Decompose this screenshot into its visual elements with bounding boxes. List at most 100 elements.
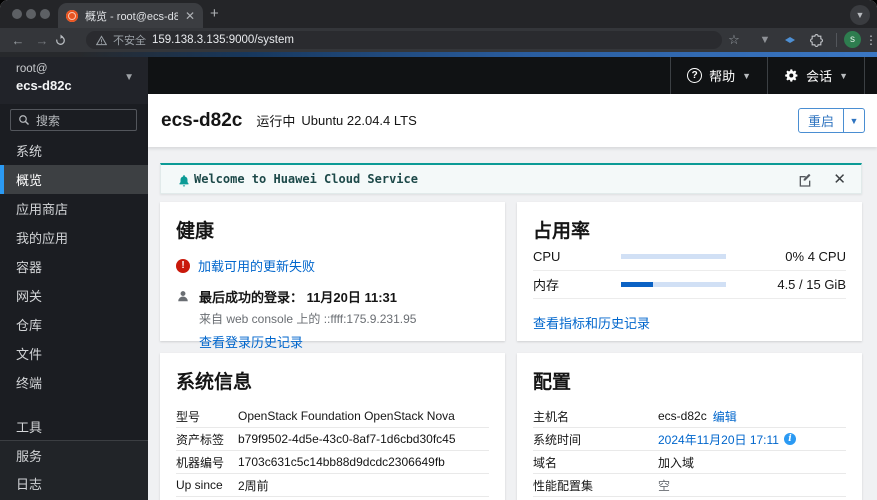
window-minimize-button[interactable] bbox=[26, 9, 36, 19]
system-time-label: 系统时间 bbox=[533, 432, 582, 447]
help-menu[interactable]: ? 帮助 ▼ bbox=[671, 57, 767, 94]
machine-id-label: 机器编号 bbox=[176, 455, 225, 470]
reboot-dropdown-toggle[interactable]: ▼ bbox=[844, 108, 865, 133]
new-tab-button[interactable]: + bbox=[210, 5, 219, 22]
cpu-progress-bar bbox=[621, 254, 726, 259]
updates-error-link[interactable]: 加载可用的更新失败 bbox=[198, 256, 315, 275]
session-menu[interactable]: 会话 ▼ bbox=[768, 57, 864, 94]
cpu-usage-row: CPU 0% 4 CPU bbox=[533, 243, 846, 271]
system-time-link[interactable]: 2024年11月20日 17:11 bbox=[658, 431, 779, 448]
host-switcher[interactable]: root@ ecs-d82c ▼ bbox=[0, 57, 148, 104]
sidebar-item-system[interactable]: 系统 bbox=[0, 136, 148, 165]
profile-avatar[interactable]: s bbox=[844, 31, 861, 48]
machine-id-value: 1703c631c5c14bb88d9dcdc2306649fb bbox=[238, 455, 445, 469]
table-row: Up since 2周前 bbox=[176, 474, 489, 497]
host-switcher-user: root@ bbox=[16, 63, 48, 75]
back-icon[interactable]: ← bbox=[6, 33, 30, 48]
cpu-label: CPU bbox=[533, 249, 561, 264]
host-os: Ubuntu 22.04.4 LTS bbox=[301, 113, 417, 128]
info-icon[interactable]: i bbox=[783, 433, 796, 445]
config-card: 配置 主机名 ecs-d82c 编辑 系统时间 2024年11月20日 17:1… bbox=[517, 353, 862, 500]
tab-title: 概览 - root@ecs-d82c bbox=[85, 10, 178, 23]
up-since-value: 2周前 bbox=[238, 478, 269, 493]
extension-v-icon[interactable]: ▼ bbox=[757, 28, 773, 52]
error-icon: ! bbox=[176, 258, 190, 273]
window-zoom-button[interactable] bbox=[40, 9, 50, 19]
usage-card-title: 占用率 bbox=[533, 221, 591, 242]
tab-strip: 概览 - root@ecs-d82c ✕ + ▼ bbox=[0, 0, 877, 28]
extension-blue-icon[interactable] bbox=[782, 28, 798, 52]
extensions-puzzle-icon[interactable] bbox=[808, 28, 824, 52]
page-header: ecs-d82c 运行中 Ubuntu 22.04.4 LTS 重启 ▼ bbox=[148, 94, 877, 147]
help-icon: ? bbox=[687, 68, 703, 83]
session-label: 会话 bbox=[806, 69, 833, 84]
browser-window: 概览 - root@ecs-d82c ✕ + ▼ ← → 不安全 159.138… bbox=[0, 0, 877, 500]
browser-menu-icon[interactable]: ⋮ bbox=[865, 28, 877, 52]
sidebar-item-overview[interactable]: 概览 bbox=[0, 165, 148, 194]
reboot-split-button: 重启 ▼ bbox=[797, 108, 865, 133]
toolbar-separator bbox=[836, 33, 837, 47]
memory-value: 4.5 / 15 GiB bbox=[777, 277, 846, 292]
tab-close-icon[interactable]: ✕ bbox=[185, 10, 195, 22]
forward-icon[interactable]: → bbox=[30, 33, 54, 48]
system-info-card: 系统信息 型号 OpenStack Foundation OpenStack N… bbox=[160, 353, 505, 500]
sidebar-nav: 系统 概览 应用商店 我的应用 容器 网关 仓库 文件 终端 工具 服务 日志 bbox=[0, 136, 148, 500]
sidebar-item-my-apps[interactable]: 我的应用 bbox=[0, 223, 148, 252]
close-banner-icon[interactable]: ✕ bbox=[833, 170, 846, 188]
browser-tab[interactable]: 概览 - root@ecs-d82c ✕ bbox=[58, 3, 203, 28]
chevron-down-icon: ▼ bbox=[742, 70, 752, 81]
host-switcher-host: ecs-d82c bbox=[16, 78, 72, 93]
sidebar-item-tools[interactable]: 工具 bbox=[0, 412, 148, 440]
join-domain-button[interactable]: 加入域 bbox=[658, 454, 694, 471]
help-label: 帮助 bbox=[709, 69, 736, 84]
url-bar[interactable]: 不安全 159.138.3.135:9000/system bbox=[86, 31, 722, 49]
metrics-history-link[interactable]: 查看指标和历史记录 bbox=[533, 316, 650, 331]
chevron-down-icon[interactable]: ▼ bbox=[124, 72, 134, 83]
motd-banner: Welcome to Huawei Cloud Service ✕ bbox=[160, 163, 862, 194]
bookmark-star-icon[interactable]: ☆ bbox=[726, 28, 742, 52]
table-row: 机器编号 1703c631c5c14bb88d9dcdc2306649fb bbox=[176, 451, 489, 474]
usage-card: 占用率 CPU 0% 4 CPU 内存 4.5 / 15 GiB 查看指标和历史… bbox=[517, 202, 862, 341]
sidebar-item-files[interactable]: 文件 bbox=[0, 339, 148, 368]
page-title: ecs-d82c bbox=[161, 109, 243, 131]
sidebar-item-services[interactable]: 服务 bbox=[0, 441, 148, 469]
tab-favicon bbox=[66, 9, 78, 22]
model-value: OpenStack Foundation OpenStack Nova bbox=[238, 409, 455, 423]
sidebar-item-app-store[interactable]: 应用商店 bbox=[0, 194, 148, 223]
url-text: 159.138.3.135:9000/system bbox=[152, 34, 294, 46]
window-close-button[interactable] bbox=[12, 9, 22, 19]
performance-profile-value: 空 bbox=[658, 478, 671, 493]
last-login-time: 11月20日 11:31 bbox=[306, 290, 397, 305]
performance-profile-label: 性能配置集 bbox=[533, 478, 594, 493]
security-label[interactable]: 不安全 bbox=[113, 32, 146, 48]
memory-progress-bar bbox=[621, 282, 726, 287]
table-row: 型号 OpenStack Foundation OpenStack Nova bbox=[176, 405, 489, 428]
login-history-link[interactable]: 查看登录历史记录 bbox=[199, 335, 303, 350]
sidebar-item-repository[interactable]: 仓库 bbox=[0, 310, 148, 339]
edit-motd-icon[interactable] bbox=[797, 172, 813, 188]
memory-usage-row: 内存 4.5 / 15 GiB bbox=[533, 271, 846, 299]
user-icon bbox=[178, 291, 188, 302]
health-card: 健康 ! 加载可用的更新失败 最后成功的登录： 11月20日 11:31 来自 … bbox=[160, 202, 505, 350]
warning-icon bbox=[96, 34, 107, 45]
sidebar-item-containers[interactable]: 容器 bbox=[0, 252, 148, 281]
hostname-label: 主机名 bbox=[533, 409, 570, 424]
model-label: 型号 bbox=[176, 409, 201, 424]
reboot-button[interactable]: 重启 bbox=[797, 108, 844, 133]
sidebar-item-gateway[interactable]: 网关 bbox=[0, 281, 148, 310]
host-state: 运行中 bbox=[256, 114, 296, 129]
chevron-down-icon: ▼ bbox=[839, 70, 848, 81]
search-icon bbox=[19, 115, 29, 125]
hostname-value: ecs-d82c bbox=[658, 409, 707, 423]
sidebar: root@ ecs-d82c ▼ 搜索 系统 概览 应用商店 我的应用 容器 网… bbox=[0, 57, 148, 500]
table-row: 主机名 ecs-d82c 编辑 bbox=[533, 405, 846, 428]
sidebar-search-placeholder: 搜索 bbox=[36, 113, 61, 128]
reload-icon[interactable] bbox=[54, 34, 78, 47]
page-content: Welcome to Huawei Cloud Service ✕ 健康 ! 加… bbox=[148, 147, 877, 500]
tab-search-button[interactable]: ▼ bbox=[850, 5, 870, 25]
sidebar-item-logs[interactable]: 日志 bbox=[0, 469, 148, 497]
edit-hostname-link[interactable]: 编辑 bbox=[713, 408, 737, 425]
system-info-title: 系统信息 bbox=[176, 372, 253, 393]
sidebar-item-terminal[interactable]: 终端 bbox=[0, 368, 148, 397]
sidebar-search-input[interactable]: 搜索 bbox=[10, 109, 137, 131]
